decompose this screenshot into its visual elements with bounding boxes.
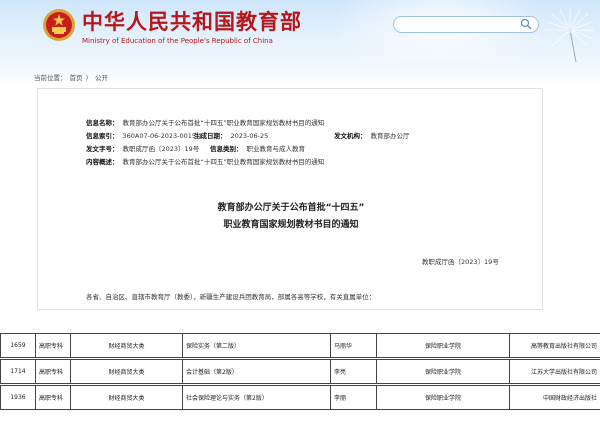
breadcrumb-label: 当前位置：	[34, 74, 67, 82]
meta-generated-date: 生成日期： 2023-06-25	[194, 130, 268, 140]
row-school: 保险职业学院	[376, 333, 510, 358]
meta-summary-label: 内容概述：	[86, 158, 119, 166]
row-author: 李亮	[330, 359, 377, 384]
meta-name-value: 教育部办公厅关于公布首批“十四五”职业教育国家规划教材书目的通知	[122, 119, 325, 127]
table-row: 1659 高职专科 财经商贸大类 保险实务（第二版） 马丽华 保险职业学院 高等…	[0, 333, 600, 358]
row-number: 1714	[0, 359, 36, 384]
row-level: 高职专科	[35, 385, 71, 410]
meta-category-value: 职业教育与成人教育	[246, 145, 306, 153]
meta-date-label: 生成日期：	[194, 132, 227, 140]
row-school: 保险职业学院	[376, 359, 510, 384]
textbook-list-table: 1659 高职专科 财经商贸大类 保险实务（第二版） 马丽华 保险职业学院 高等…	[0, 333, 600, 410]
meta-summary-value: 教育部办公厅关于公布首批“十四五”职业教育国家规划教材书目的通知	[122, 158, 325, 166]
row-category: 财经商贸大类	[70, 333, 183, 358]
row-number: 1936	[0, 385, 36, 410]
document-salutation: 各省、自治区、直辖市教育厅（教委），新疆生产建设兵团教育局，部属各高等学校，有关…	[86, 293, 376, 301]
meta-info-index: 信息索引： 360A07-06-2023-0015-1	[86, 130, 203, 140]
meta-category: 信息类别： 职业教育与成人教育	[210, 143, 305, 153]
row-author: 马丽华	[330, 333, 377, 358]
meta-summary: 内容概述： 教育部办公厅关于公布首批“十四五”职业教育国家规划教材书目的通知	[86, 156, 324, 166]
table-row: 1714 高职专科 财经商贸大类 会计基础（第2版） 李亮 保险职业学院 江苏大…	[0, 359, 600, 384]
meta-docno-value: 教职成厅函〔2023〕19号	[122, 145, 200, 153]
breadcrumb-home-link[interactable]: 首页	[70, 74, 83, 82]
meta-issuer: 发文机构： 教育部办公厅	[334, 130, 410, 140]
row-number: 1659	[0, 333, 36, 358]
document-number: 教职成厅函〔2023〕19号	[422, 258, 499, 266]
meta-doc-number: 发文字号： 教职成厅函〔2023〕19号	[86, 143, 199, 153]
row-school: 保险职业学院	[376, 385, 510, 410]
meta-category-label: 信息类别：	[210, 145, 243, 153]
document-panel: 信息名称： 教育部办公厅关于公布首批“十四五”职业教育国家规划教材书目的通知 信息…	[37, 88, 543, 310]
meta-issuer-value: 教育部办公厅	[370, 132, 410, 140]
meta-index-label: 信息索引：	[86, 132, 119, 140]
meta-name-label: 信息名称：	[86, 119, 119, 127]
dandelion-decoration-icon	[546, 8, 594, 62]
row-publisher: 中国财政经济出版社	[509, 385, 600, 410]
row-level: 高职专科	[35, 359, 71, 384]
row-publisher: 高等教育出版社有限公司	[509, 333, 600, 358]
meta-issuer-label: 发文机构：	[334, 132, 367, 140]
row-book-title: 保险实务（第二版）	[182, 333, 331, 358]
meta-info-name: 信息名称： 教育部办公厅关于公布首批“十四五”职业教育国家规划教材书目的通知	[86, 117, 324, 127]
row-level: 高职专科	[35, 333, 71, 358]
row-book-title: 会计基础（第2版）	[182, 359, 331, 384]
search-input[interactable]	[393, 16, 539, 33]
meta-docno-label: 发文字号：	[86, 145, 119, 153]
breadcrumb-separator: 〉	[85, 74, 93, 82]
national-emblem-icon[interactable]	[42, 8, 76, 42]
breadcrumb: 当前位置： 首页〉公开	[34, 72, 111, 82]
row-category: 财经商贸大类	[70, 385, 183, 410]
row-category: 财经商贸大类	[70, 359, 183, 384]
breadcrumb-section-link[interactable]: 公开	[95, 74, 108, 82]
site-title[interactable]: 中华人民共和国教育部	[82, 6, 302, 36]
row-publisher: 江苏大学出版社有限公司	[509, 359, 600, 384]
document-title-line2: 职业教育国家规划教材书目的通知	[223, 220, 359, 230]
table-row: 1936 高职专科 财经商贸大类 社会保险理论与实务（第2版） 李丽 保险职业学…	[0, 385, 600, 410]
site-header: 中华人民共和国教育部 Ministry of Education of the …	[0, 0, 600, 62]
site-subtitle: Ministry of Education of the People's Re…	[82, 37, 273, 45]
row-book-title: 社会保险理论与实务（第2版）	[182, 385, 331, 410]
row-author: 李丽	[330, 385, 377, 410]
meta-index-value: 360A07-06-2023-0015-1	[122, 132, 203, 140]
meta-date-value: 2023-06-25	[230, 132, 269, 140]
document-title-line1: 教育部办公厅关于公布首批“十四五”	[217, 203, 365, 213]
